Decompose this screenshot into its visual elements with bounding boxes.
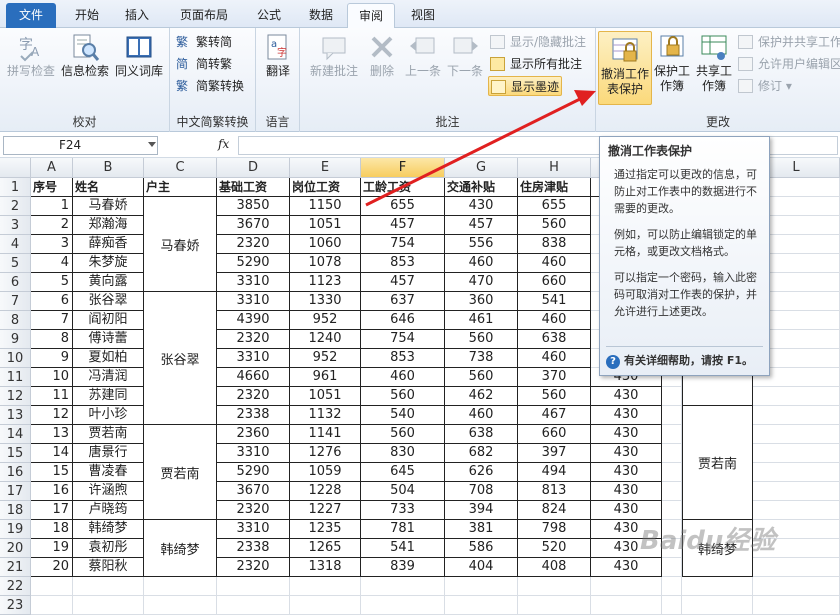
annotation-arrow (365, 90, 596, 207)
watermark: Baidu经验 (640, 526, 776, 556)
